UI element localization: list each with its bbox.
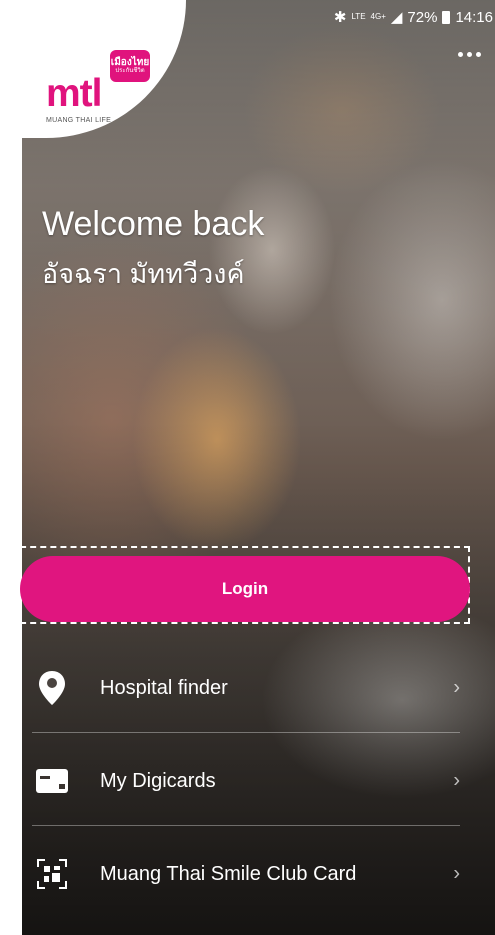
- chevron-right-icon: ›: [453, 676, 460, 699]
- more-options-icon[interactable]: [458, 52, 481, 57]
- chevron-right-icon: ›: [453, 769, 460, 792]
- menu-item-label: My Digicards: [100, 769, 216, 792]
- menu-item-label: Hospital finder: [100, 676, 228, 699]
- brand-logo-badge: เมืองไทย ประกันชีวิต: [110, 50, 150, 82]
- brand-subtitle: MUANG THAI LIFE: [46, 117, 112, 124]
- battery-percent: 72%: [407, 8, 438, 26]
- clock: 14:16: [455, 8, 493, 26]
- location-pin-icon: [32, 668, 72, 708]
- brand-logo-text: mtl: [46, 72, 102, 115]
- battery-icon: [442, 10, 451, 24]
- network-type: LTE: [351, 12, 366, 21]
- signal-icon: ◢: [390, 9, 403, 26]
- status-indicators: ✱ LTE 4G+ ◢ 72% 14:16: [333, 8, 493, 27]
- login-button[interactable]: Login: [20, 556, 470, 622]
- network-generation: 4G+: [370, 12, 386, 21]
- qr-code-icon: [32, 854, 72, 894]
- user-name: อัจฉรา มัททวีวงค์: [42, 259, 245, 289]
- brand-badge-sub: ประกันชีวิต: [115, 68, 145, 75]
- chevron-right-icon: ›: [453, 862, 460, 885]
- menu-item-label: Muang Thai Smile Club Card: [100, 862, 357, 885]
- bluetooth-icon: ✱: [333, 9, 347, 26]
- menu-item-smile-club-card[interactable]: Muang Thai Smile Club Card ›: [32, 826, 460, 922]
- card-icon: [32, 761, 72, 801]
- welcome-heading: Welcome back: [42, 205, 265, 243]
- menu-item-hospital-finder[interactable]: Hospital finder ›: [32, 640, 460, 736]
- menu-item-my-digicards[interactable]: My Digicards ›: [32, 733, 460, 829]
- brand-badge-text: เมืองไทย: [110, 57, 150, 69]
